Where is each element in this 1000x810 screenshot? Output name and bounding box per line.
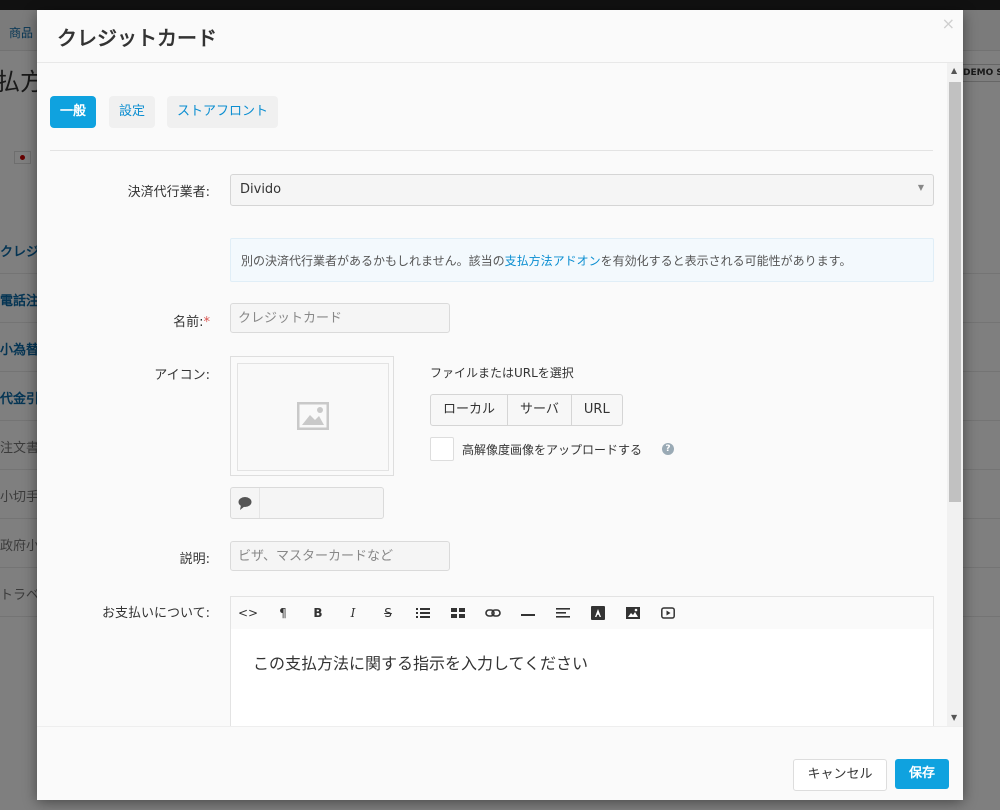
align-icon[interactable]	[553, 603, 573, 623]
editor-toolbar: <> ¶ B I S	[230, 596, 934, 630]
processor-select[interactable]: Divido ▼	[230, 174, 934, 206]
name-label: 名前:*	[173, 315, 211, 330]
instructions-editor[interactable]: この支払方法に関する指示を入力してください	[230, 629, 934, 726]
scrollbar-thumb[interactable]	[949, 82, 961, 502]
image-icon[interactable]	[623, 603, 643, 623]
font-color-icon[interactable]	[588, 603, 608, 623]
processor-notice: 別の決済代行業者があるかもしれません。該当の支払方法アドオンを有効化すると表示さ…	[230, 238, 934, 282]
video-icon[interactable]	[658, 603, 678, 623]
hires-checkbox[interactable]	[430, 437, 454, 461]
horizontal-rule-icon[interactable]	[518, 603, 538, 623]
icon-label: アイコン:	[154, 368, 210, 383]
link-icon[interactable]	[483, 603, 503, 623]
payment-method-dialog: クレジットカード × 一般 設定 ストアフロント 決済代行業者: Divido …	[37, 10, 963, 800]
dialog-body: 一般 設定 ストアフロント 決済代行業者: Divido ▼ 別の決済代行業者が…	[37, 63, 963, 726]
help-icon[interactable]: ?	[662, 443, 674, 455]
instructions-label: お支払いについて:	[102, 606, 210, 621]
dialog-title: クレジットカード	[57, 26, 217, 50]
notice-text: 別の決済代行業者があるかもしれません。該当の支払方法アドオンを有効化すると表示さ…	[241, 254, 852, 268]
file-source-buttons: ローカル サーバ URL	[430, 394, 623, 426]
icon-preview	[230, 356, 394, 476]
speech-bubble-icon	[231, 488, 260, 518]
save-button[interactable]: 保存	[895, 759, 949, 789]
server-file-button[interactable]: サーバ	[508, 395, 572, 425]
tab-settings[interactable]: 設定	[109, 96, 156, 128]
strikethrough-icon[interactable]: S	[378, 603, 398, 623]
payment-addons-link[interactable]: 支払方法アドオン	[505, 254, 601, 268]
processor-label: 決済代行業者:	[127, 185, 210, 200]
local-file-button[interactable]: ローカル	[431, 395, 509, 425]
table-icon[interactable]	[448, 603, 468, 623]
unordered-list-icon[interactable]	[413, 603, 433, 623]
tab-general[interactable]: 一般	[50, 96, 97, 128]
italic-icon[interactable]: I	[343, 603, 363, 623]
close-icon[interactable]: ×	[942, 14, 955, 33]
scroll-down-icon[interactable]: ▼	[951, 713, 957, 722]
icon-alt-text-field[interactable]	[230, 487, 384, 519]
name-input[interactable]	[230, 303, 450, 333]
chevron-down-icon: ▼	[917, 183, 924, 192]
code-view-icon[interactable]: <>	[238, 603, 258, 623]
cancel-button[interactable]: キャンセル	[793, 759, 887, 791]
dialog-scrollbar[interactable]: ▲ ▼	[947, 63, 963, 726]
dialog-footer: キャンセル 保存	[37, 726, 963, 800]
paragraph-icon[interactable]: ¶	[273, 603, 293, 623]
description-input[interactable]	[230, 541, 450, 571]
dialog-header: クレジットカード ×	[37, 10, 963, 63]
file-source-caption: ファイルまたはURLを選択	[430, 366, 574, 380]
instructions-text: この支払方法に関する指示を入力してください	[253, 654, 589, 673]
required-mark: *	[203, 315, 211, 330]
tabs-divider	[50, 150, 933, 151]
hires-label: 高解像度画像をアップロードする	[462, 443, 643, 457]
processor-select-value: Divido	[240, 182, 282, 197]
description-label: 説明:	[179, 552, 210, 567]
image-placeholder-icon	[297, 402, 329, 430]
tab-storefront[interactable]: ストアフロント	[167, 96, 279, 128]
bold-icon[interactable]: B	[308, 603, 328, 623]
url-file-button[interactable]: URL	[572, 395, 622, 425]
scroll-up-icon[interactable]: ▲	[951, 66, 957, 75]
